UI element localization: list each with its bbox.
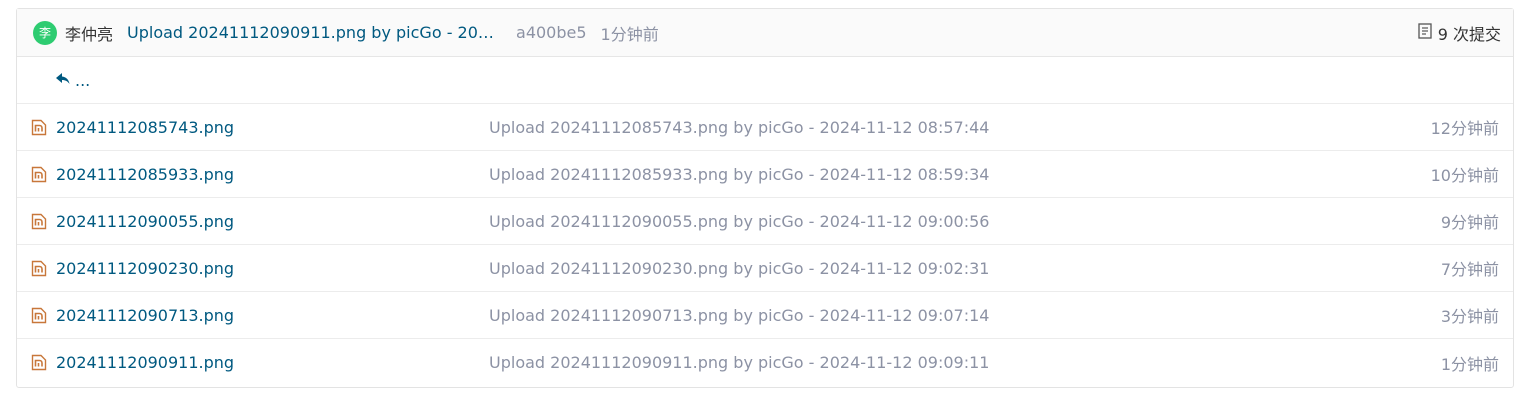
file-row[interactable]: 20241112090055.png Upload 20241112090055.… (17, 198, 1513, 245)
file-name-link[interactable]: 20241112085743.png (56, 118, 489, 137)
commit-time: 1分钟前 (600, 24, 659, 44)
file-commit-message[interactable]: Upload 20241112085743.png by picGo - 202… (489, 118, 1431, 137)
file-commit-message[interactable]: Upload 20241112090911.png by picGo - 202… (489, 353, 1441, 372)
file-name-link[interactable]: 20241112090713.png (56, 306, 489, 325)
file-name-link[interactable]: 20241112090911.png (56, 353, 489, 372)
parent-directory-link[interactable]: ... (75, 71, 90, 90)
image-file-icon (31, 260, 47, 277)
file-row[interactable]: 20241112085933.png Upload 20241112085933.… (17, 151, 1513, 198)
file-row[interactable]: 20241112090713.png Upload 20241112090713.… (17, 292, 1513, 339)
file-commit-message[interactable]: Upload 20241112090230.png by picGo - 202… (489, 259, 1441, 278)
file-name-link[interactable]: 20241112090055.png (56, 212, 489, 231)
file-list: 20241112085743.png Upload 20241112085743.… (17, 104, 1513, 386)
file-commit-time: 7分钟前 (1440, 260, 1499, 279)
latest-commit-message[interactable]: Upload 20241112090911.png by picGo - 202… (127, 23, 502, 42)
file-row[interactable]: 20241112085743.png Upload 20241112085743.… (17, 104, 1513, 151)
image-file-icon (31, 119, 47, 136)
file-name-link[interactable]: 20241112085933.png (56, 165, 489, 184)
commits-count-link[interactable]: 9 次提交 (1418, 21, 1501, 45)
file-row[interactable]: 20241112090230.png Upload 20241112090230.… (17, 245, 1513, 292)
file-commit-message[interactable]: Upload 20241112085933.png by picGo - 202… (489, 165, 1431, 184)
image-file-icon (31, 354, 47, 371)
file-commit-time: 3分钟前 (1440, 307, 1499, 326)
latest-commit-header: 李 李仲亮 Upload 20241112090911.png by picGo… (17, 9, 1513, 57)
file-commit-time: 9分钟前 (1440, 213, 1499, 232)
image-file-icon (31, 213, 47, 230)
file-commit-time: 12分钟前 (1430, 119, 1499, 138)
file-tree-panel: 李 李仲亮 Upload 20241112090911.png by picGo… (16, 8, 1514, 388)
commit-author[interactable]: 李仲亮 (65, 21, 113, 45)
file-name-link[interactable]: 20241112090230.png (56, 259, 489, 278)
commit-list-icon (1418, 22, 1438, 43)
file-commit-time: 10分钟前 (1430, 166, 1499, 185)
file-commit-message[interactable]: Upload 20241112090713.png by picGo - 202… (489, 306, 1441, 325)
file-commit-time: 1分钟前 (1440, 354, 1499, 374)
file-row[interactable]: 20241112090911.png Upload 20241112090911.… (17, 339, 1513, 386)
avatar[interactable]: 李 (33, 20, 57, 45)
image-file-icon (31, 166, 47, 183)
commit-sha[interactable]: a400be5 (516, 23, 587, 42)
image-file-icon (31, 307, 47, 324)
file-commit-message[interactable]: Upload 20241112090055.png by picGo - 202… (489, 212, 1441, 231)
reply-arrow-icon (55, 71, 75, 90)
parent-directory-row[interactable]: ... (17, 57, 1513, 104)
commits-count-label: 9 次提交 (1437, 24, 1501, 44)
